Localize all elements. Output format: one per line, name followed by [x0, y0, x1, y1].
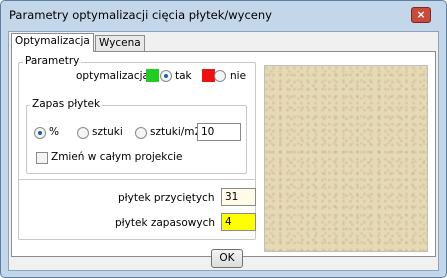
- zapas-percent-radio[interactable]: [34, 127, 46, 139]
- close-icon: ×: [416, 8, 426, 21]
- zmien-w-projekcie-checkbox[interactable]: [36, 152, 48, 164]
- zapas-sztuki-m2-radio[interactable]: [135, 127, 147, 139]
- zmien-w-projekcie-label: Zmień w całym projekcie: [51, 151, 183, 163]
- parametry-group-label: Parametry: [23, 55, 82, 67]
- tak-color-swatch: [146, 69, 159, 82]
- zapas-sztuki-m2-label: sztuki/m2: [150, 126, 202, 138]
- window-title: Parametry optymalizacji cięcia płytek/wy…: [9, 8, 272, 22]
- zapasowe-label: płytek zapasowych: [115, 217, 216, 229]
- zapas-value-input[interactable]: 10: [197, 123, 241, 141]
- tab-optymalizacja[interactable]: Optymalizacja: [11, 33, 94, 52]
- zapasowe-value-field[interactable]: 4: [221, 213, 256, 231]
- tak-label: tak: [175, 70, 192, 82]
- dialog-window: Parametry optymalizacji cięcia płytek/wy…: [0, 0, 447, 278]
- tile-texture-preview: [264, 65, 428, 252]
- title-bar[interactable]: Parametry optymalizacji cięcia płytek/wy…: [1, 1, 446, 29]
- zapas-sztuki-radio[interactable]: [77, 127, 89, 139]
- separator-line: [19, 179, 255, 180]
- dialog-client-area: Optymalizacja Wycena Parametry optymaliz…: [8, 31, 439, 271]
- optymalizacja-label: optymalizacja: [76, 70, 149, 82]
- ok-button[interactable]: OK: [211, 249, 243, 268]
- przyciete-value-field[interactable]: 31: [221, 188, 256, 206]
- nie-radio[interactable]: [214, 70, 226, 82]
- tab-wycena[interactable]: Wycena: [95, 35, 145, 52]
- nie-label: nie: [230, 70, 247, 82]
- przyciete-label: płytek przyciętych: [118, 192, 215, 204]
- zapas-sztuki-label: sztuki: [92, 126, 123, 138]
- tab-panel-optymalizacja: Parametry optymalizacja tak nie Zapas pł…: [11, 51, 436, 257]
- zapas-group-label: Zapas płytek: [30, 98, 103, 110]
- tak-radio[interactable]: [160, 70, 172, 82]
- close-button[interactable]: ×: [411, 7, 431, 23]
- zapas-percent-label: %: [49, 126, 59, 138]
